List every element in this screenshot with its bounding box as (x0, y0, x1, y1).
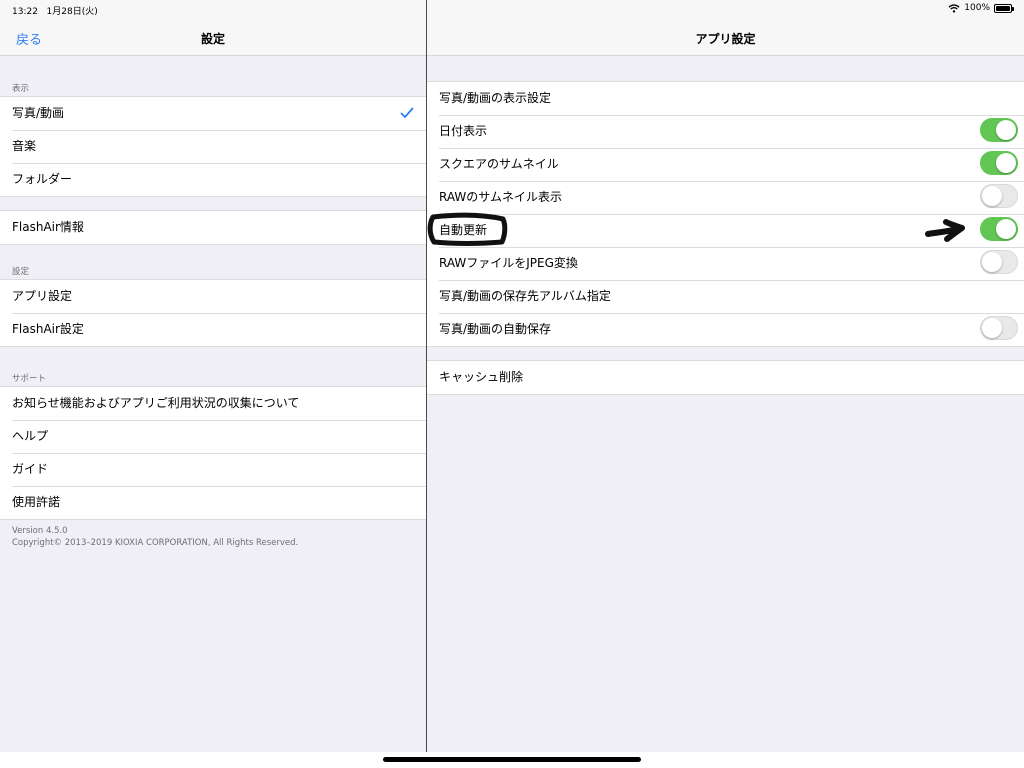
display-group: 写真/動画 音楽 フォルダー (0, 96, 426, 197)
setting-label: 写真/動画の自動保存 (439, 322, 552, 336)
setting-label: スクエアのサムネイル (439, 157, 559, 171)
setting-auto-update: 自動更新 (427, 214, 1024, 247)
setting-date-display: 日付表示 (427, 115, 1024, 148)
sidebar-item-usage-data[interactable]: お知らせ機能およびアプリご利用状況の収集について (0, 387, 426, 420)
setting-auto-save: 写真/動画の自動保存 (427, 313, 1024, 346)
settings-group: アプリ設定 FlashAir設定 (0, 279, 426, 347)
status-date: 1月28日(火) (46, 7, 98, 17)
copyright-text: Copyright© 2013–2019 KIOXIA CORPORATION,… (12, 538, 299, 548)
sidebar-item-photo-video[interactable]: 写真/動画 (0, 97, 426, 130)
setting-square-thumbnail: スクエアのサムネイル (427, 148, 1024, 181)
setting-raw-to-jpeg: RAWファイルをJPEG変換 (427, 247, 1024, 280)
sidebar-item-app-settings[interactable]: アプリ設定 (0, 280, 426, 313)
setting-raw-thumbnail: RAWのサムネイル表示 (427, 181, 1024, 214)
sidebar-item-folder[interactable]: フォルダー (0, 163, 426, 196)
setting-label: 自動更新 (439, 223, 488, 237)
status-time: 13:22 (12, 7, 38, 17)
setting-label: 写真/動画の表示設定 (439, 91, 552, 105)
setting-save-album[interactable]: 写真/動画の保存先アルバム指定 (427, 280, 1024, 313)
version-footer: Version 4.5.0 Copyright© 2013–2019 KIOXI… (12, 525, 298, 549)
sidebar-item-label: ヘルプ (12, 429, 49, 443)
flashair-info-group: FlashAir情報 (0, 210, 426, 245)
status-indicators: 100% (948, 3, 1014, 13)
battery-percent: 100% (964, 3, 990, 13)
sidebar-item-flashair-info[interactable]: FlashAir情報 (0, 211, 426, 244)
auto-save-toggle[interactable] (980, 316, 1018, 340)
sidebar-title: 設定 (200, 32, 225, 46)
auto-update-toggle[interactable] (980, 217, 1018, 241)
clear-cache-button[interactable]: キャッシュ削除 (427, 361, 1024, 394)
sidebar-item-label: 写真/動画 (12, 106, 65, 120)
checkmark-icon (400, 107, 414, 118)
sidebar-item-label: FlashAir設定 (12, 322, 84, 336)
sidebar-item-label: ガイド (12, 462, 49, 476)
sidebar-item-flashair-settings[interactable]: FlashAir設定 (0, 313, 426, 346)
app-settings-detail: アプリ設定 写真/動画の表示設定 日付表示 スクエアのサムネイル RAWのサムネ… (427, 0, 1024, 752)
section-header-settings: 設定 (12, 267, 30, 277)
sidebar-item-label: フォルダー (12, 172, 73, 186)
version-text: Version 4.5.0 (12, 526, 68, 536)
toggle-knob (982, 318, 1002, 338)
sidebar-item-label: アプリ設定 (12, 289, 73, 303)
app-settings-group: 写真/動画の表示設定 日付表示 スクエアのサムネイル RAWのサムネイル表示 自… (427, 81, 1024, 347)
sidebar-item-license[interactable]: 使用許諾 (0, 486, 426, 519)
toggle-knob (996, 120, 1016, 140)
status-bar: 13:22 1月28日(火) 100% (0, 0, 1024, 18)
date-display-toggle[interactable] (980, 118, 1018, 142)
cache-group: キャッシュ削除 (427, 360, 1024, 395)
setting-label: 写真/動画の保存先アルバム指定 (439, 289, 611, 303)
support-group: お知らせ機能およびアプリご利用状況の収集について ヘルプ ガイド 使用許諾 (0, 386, 426, 520)
section-header-display: 表示 (12, 84, 30, 94)
setting-label: RAWファイルをJPEG変換 (439, 256, 578, 270)
sidebar-item-label: 使用許諾 (12, 495, 61, 509)
settings-sidebar: 戻る 設定 表示 写真/動画 音楽 フォルダー FlashAir情報 設定 アプ… (0, 0, 426, 752)
setting-label: 日付表示 (439, 124, 488, 138)
sidebar-item-music[interactable]: 音楽 (0, 130, 426, 163)
toggle-knob (982, 186, 1002, 206)
battery-icon (994, 3, 1014, 13)
raw-to-jpeg-toggle[interactable] (980, 250, 1018, 274)
toggle-knob (982, 252, 1002, 272)
sidebar-item-label: 音楽 (12, 139, 37, 153)
raw-thumbnail-toggle[interactable] (980, 184, 1018, 208)
wifi-icon (948, 3, 960, 13)
square-thumbnail-toggle[interactable] (980, 151, 1018, 175)
section-header-support: サポート (12, 374, 47, 384)
sidebar-item-guide[interactable]: ガイド (0, 453, 426, 486)
detail-title: アプリ設定 (695, 32, 756, 46)
sidebar-item-label: お知らせ機能およびアプリご利用状況の収集について (12, 396, 300, 410)
status-datetime: 13:22 1月28日(火) (12, 4, 98, 17)
toggle-knob (996, 219, 1016, 239)
toggle-knob (996, 153, 1016, 173)
sidebar-item-help[interactable]: ヘルプ (0, 420, 426, 453)
sidebar-item-label: FlashAir情報 (12, 220, 84, 234)
home-indicator[interactable] (383, 757, 641, 762)
setting-label: RAWのサムネイル表示 (439, 190, 563, 204)
setting-label: キャッシュ削除 (439, 370, 524, 384)
setting-photo-video-display[interactable]: 写真/動画の表示設定 (427, 82, 1024, 115)
